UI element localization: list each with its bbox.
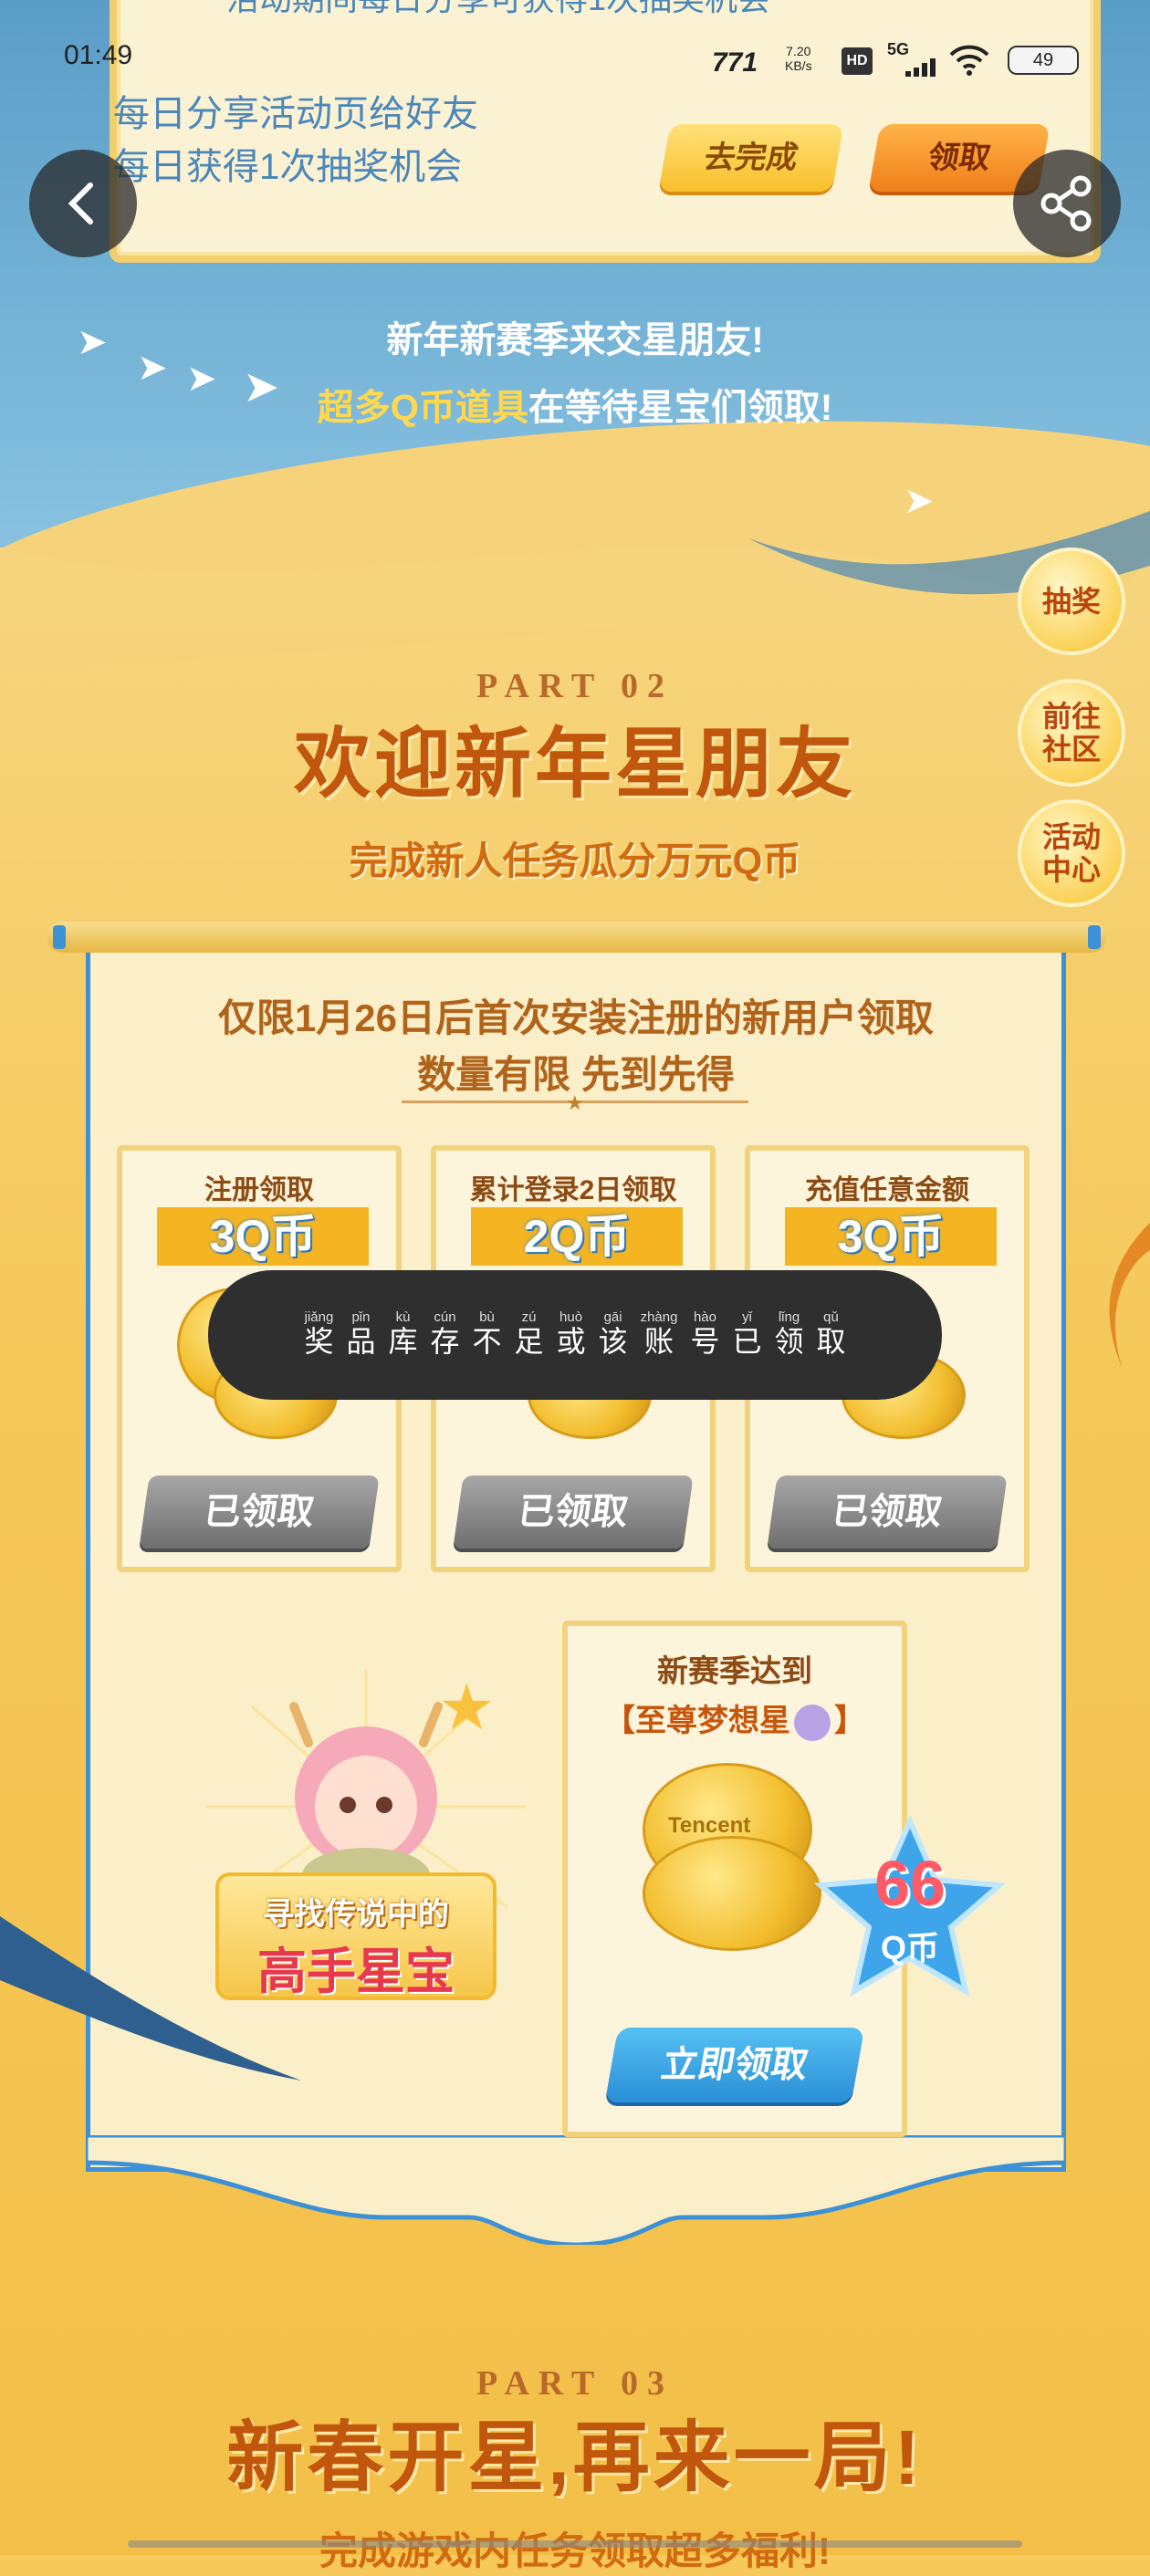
chevron-left-icon — [68, 183, 93, 224]
side-button-label: 抽奖 — [1041, 585, 1101, 618]
star-icon: ★ — [566, 1091, 584, 1114]
toast-message: 奖jiǎng 品pǐn 库kù 存cún 不bù 足zú 或huò 该gāi 账… — [208, 1270, 942, 1400]
network-speed: 7.20 KB/s — [785, 44, 812, 73]
badge-value: 66 — [874, 1848, 946, 1919]
season-reward-line2: 【至尊梦想星】 — [568, 1695, 902, 1742]
claimed-button[interactable]: 已领取 — [767, 1476, 1008, 1549]
toast-char: 存cún — [430, 1309, 460, 1358]
rank-badge-icon — [794, 1705, 831, 1742]
claim-now-button[interactable]: 立即领取 — [604, 2028, 865, 2102]
toast-char: 奖jiǎng — [304, 1309, 334, 1358]
banner-line2: 超多Q币道具在等待星宝们领取! — [0, 378, 1150, 431]
wifi-icon — [949, 45, 989, 76]
scroll-cap — [53, 925, 66, 949]
part3-title: 新春开星,再来一局! — [226, 2414, 924, 2500]
back-button[interactable] — [29, 150, 137, 257]
part2-title: 欢迎新年星朋友 — [293, 721, 856, 807]
decorative-swoosh — [0, 1916, 301, 2081]
coin-brand-text: Tencent — [668, 1813, 751, 1838]
signal-bars-icon — [887, 58, 936, 77]
reward-amount: 3Q币 — [785, 1207, 997, 1266]
notice-line1: 仅限1月26日后首次安装注册的新用户领取 — [217, 996, 935, 1039]
scroll-cap — [1088, 925, 1101, 949]
speed-value: 7.20 — [786, 44, 811, 58]
star-icon: ★ — [438, 1672, 496, 1743]
toast-char: 领lǐng — [774, 1309, 804, 1358]
toast-char: 该gāi — [598, 1309, 628, 1358]
claimed-button[interactable]: 已领取 — [139, 1476, 380, 1549]
claimed-button[interactable]: 已领取 — [453, 1476, 694, 1549]
carrier-icon: 771 — [712, 47, 758, 78]
toast-char: 或huò — [556, 1309, 586, 1358]
toast-char: 品pǐn — [346, 1309, 376, 1358]
toast-char: 已yǐ — [732, 1309, 762, 1358]
reward-title: 注册领取 — [204, 1175, 314, 1205]
reward-title: 累计登录2日领取 — [469, 1175, 677, 1205]
go-complete-button[interactable]: 去完成 — [658, 124, 844, 192]
share-icon — [1040, 175, 1092, 232]
wave-divider — [0, 511, 1150, 630]
toast-char: 号hào — [690, 1309, 720, 1358]
clock: 01:49 — [64, 40, 133, 70]
decorative-swoosh — [1109, 1223, 1150, 1369]
lottery-side-button[interactable]: 抽奖 — [1018, 548, 1125, 655]
scroll-bottom-edge — [86, 2135, 1066, 2245]
reward-amount: 3Q币 — [157, 1207, 369, 1266]
bird-icon: ➤ — [904, 481, 935, 521]
banner-highlight: 超多Q币道具 — [317, 388, 528, 428]
5g-icon: 5G — [887, 40, 910, 58]
toast-char: 不bù — [472, 1309, 502, 1358]
coin-icon — [643, 1836, 821, 1951]
part2-label: PART 02 — [476, 667, 674, 705]
toast-char: 取qǔ — [816, 1309, 846, 1358]
banner-line1: 新年新赛季来交星朋友! — [386, 320, 764, 360]
season-reward-line1: 新赛季达到 — [657, 1654, 812, 1689]
battery-icon: 49 — [1008, 46, 1079, 75]
hd-icon: HD — [842, 47, 873, 75]
part2-subtitle: 完成新人任务瓜分万元Q币 — [349, 840, 801, 882]
banner-rest: 在等待星宝们领取! — [528, 388, 833, 428]
home-indicator[interactable] — [128, 2540, 1022, 2548]
toast-char: 账zhàng — [640, 1309, 678, 1358]
reward-title: 充值任意金额 — [805, 1175, 969, 1205]
badge-unit: Q币 — [880, 1929, 939, 1966]
toast-char: 足zú — [514, 1309, 544, 1358]
part3-subtitle: 完成游戏内任务领取超多福利! — [319, 2529, 831, 2572]
task-line2: 每日获得1次抽奖机会 — [113, 147, 463, 187]
reward-amount: 2Q币 — [471, 1207, 683, 1266]
status-bar: 01:49 771 7.20 KB/s HD 5G 49 — [0, 0, 1150, 119]
scroll-rod — [47, 922, 1106, 953]
toast-char: 库kù — [388, 1309, 418, 1358]
speed-unit: KB/s — [785, 58, 812, 73]
share-button[interactable] — [1013, 150, 1121, 257]
